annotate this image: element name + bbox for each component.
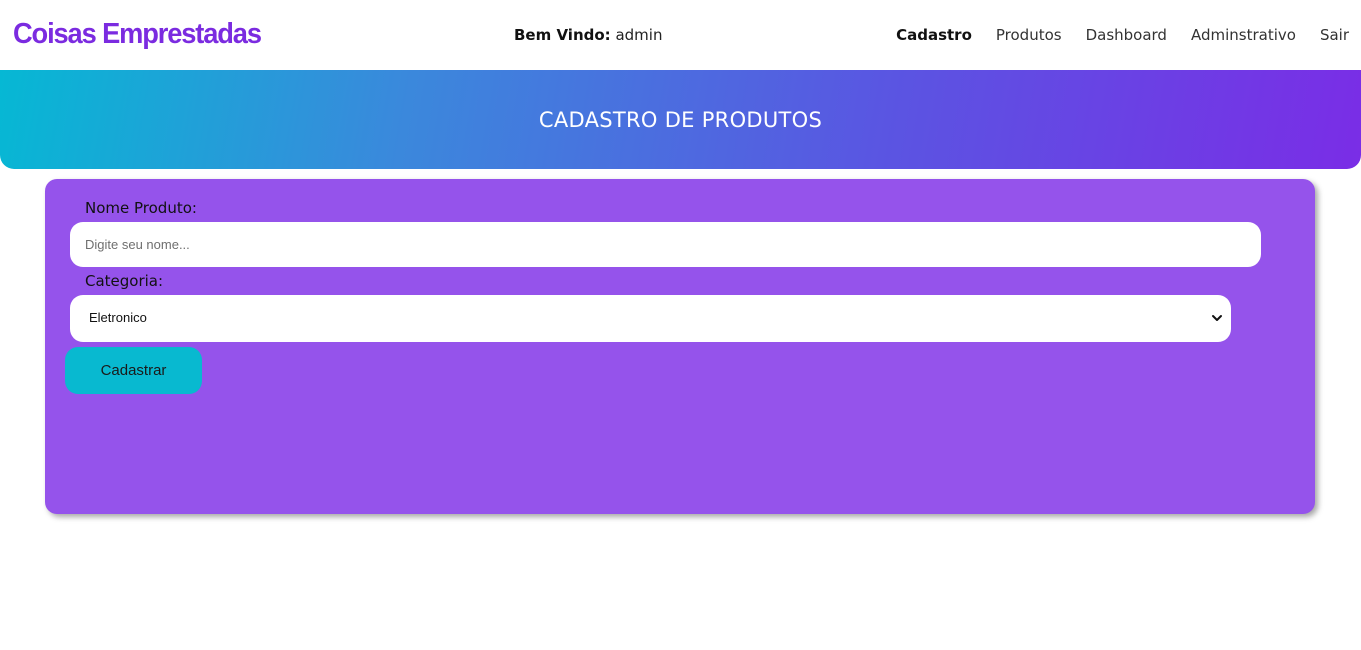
page-banner: CADASTRO DE PRODUTOS [0, 70, 1361, 169]
welcome-message: Bem Vindo: admin [514, 25, 662, 45]
category-label: Categoria: [85, 272, 164, 290]
welcome-username: admin [615, 26, 663, 44]
product-name-input[interactable] [70, 222, 1261, 267]
submit-button[interactable]: Cadastrar [65, 347, 202, 394]
welcome-label: Bem Vindo: [514, 26, 611, 44]
nav-link-cadastro[interactable]: Cadastro [896, 25, 972, 45]
product-name-label: Nome Produto: [85, 199, 197, 217]
page-title: CADASTRO DE PRODUTOS [538, 108, 823, 132]
category-select[interactable]: Eletronico [70, 295, 1231, 342]
category-selected-value: Eletronico [89, 310, 147, 325]
nav-link-dashboard[interactable]: Dashboard [1086, 25, 1167, 45]
nav-link-produtos[interactable]: Produtos [996, 25, 1062, 45]
brand-logo[interactable]: Coisas Emprestadas [13, 14, 262, 54]
nav-link-sair[interactable]: Sair [1320, 25, 1349, 45]
navbar: Coisas Emprestadas Bem Vindo: admin Cada… [0, 0, 1361, 70]
main-nav: Cadastro Produtos Dashboard Adminstrativ… [896, 25, 1361, 45]
nav-link-adminstrativo[interactable]: Adminstrativo [1191, 25, 1296, 45]
product-form: Nome Produto: Categoria: Eletronico Cada… [45, 179, 1315, 514]
chevron-down-icon [1212, 315, 1222, 321]
